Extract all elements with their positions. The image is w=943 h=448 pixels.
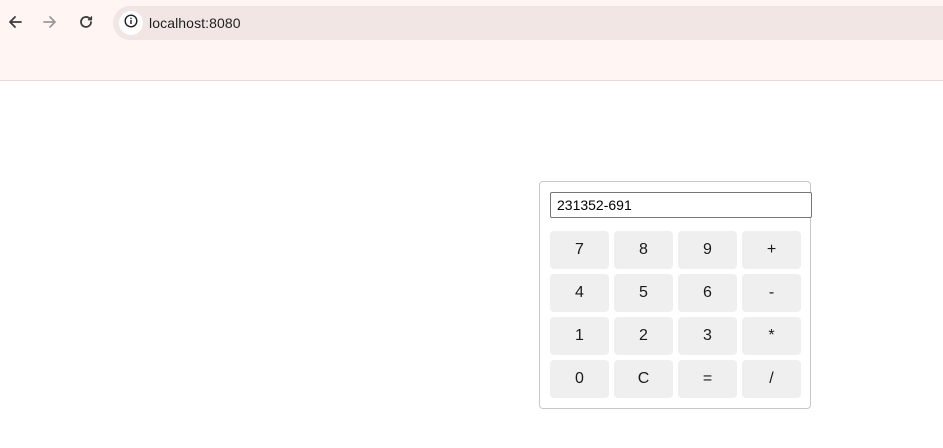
back-button[interactable] — [1, 8, 29, 36]
url-text[interactable]: localhost:8080 — [149, 15, 241, 31]
key-plus[interactable]: + — [742, 231, 801, 269]
key-1[interactable]: 1 — [550, 317, 609, 355]
forward-button[interactable] — [36, 8, 64, 36]
calculator-keypad: 7 8 9 + 4 5 6 - 1 2 3 * 0 C = / — [550, 231, 801, 398]
calculator: 7 8 9 + 4 5 6 - 1 2 3 * 0 C = / — [539, 181, 812, 409]
browser-toolbar: localhost:8080 — [0, 0, 943, 81]
key-4[interactable]: 4 — [550, 274, 609, 312]
key-clear[interactable]: C — [614, 360, 673, 398]
arrow-right-icon — [42, 14, 58, 30]
key-3[interactable]: 3 — [678, 317, 737, 355]
site-info-button[interactable] — [119, 11, 143, 35]
key-5[interactable]: 5 — [614, 274, 673, 312]
address-bar[interactable]: localhost:8080 — [113, 6, 943, 40]
key-8[interactable]: 8 — [614, 231, 673, 269]
arrow-left-icon — [7, 14, 23, 30]
key-minus[interactable]: - — [742, 274, 801, 312]
calculator-display[interactable] — [550, 192, 812, 218]
key-equals[interactable]: = — [678, 360, 737, 398]
key-7[interactable]: 7 — [550, 231, 609, 269]
key-multiply[interactable]: * — [742, 317, 801, 355]
key-9[interactable]: 9 — [678, 231, 737, 269]
reload-button[interactable] — [72, 8, 100, 36]
key-6[interactable]: 6 — [678, 274, 737, 312]
info-icon — [124, 13, 138, 33]
key-divide[interactable]: / — [742, 360, 801, 398]
key-0[interactable]: 0 — [550, 360, 609, 398]
reload-icon — [78, 14, 94, 30]
key-2[interactable]: 2 — [614, 317, 673, 355]
